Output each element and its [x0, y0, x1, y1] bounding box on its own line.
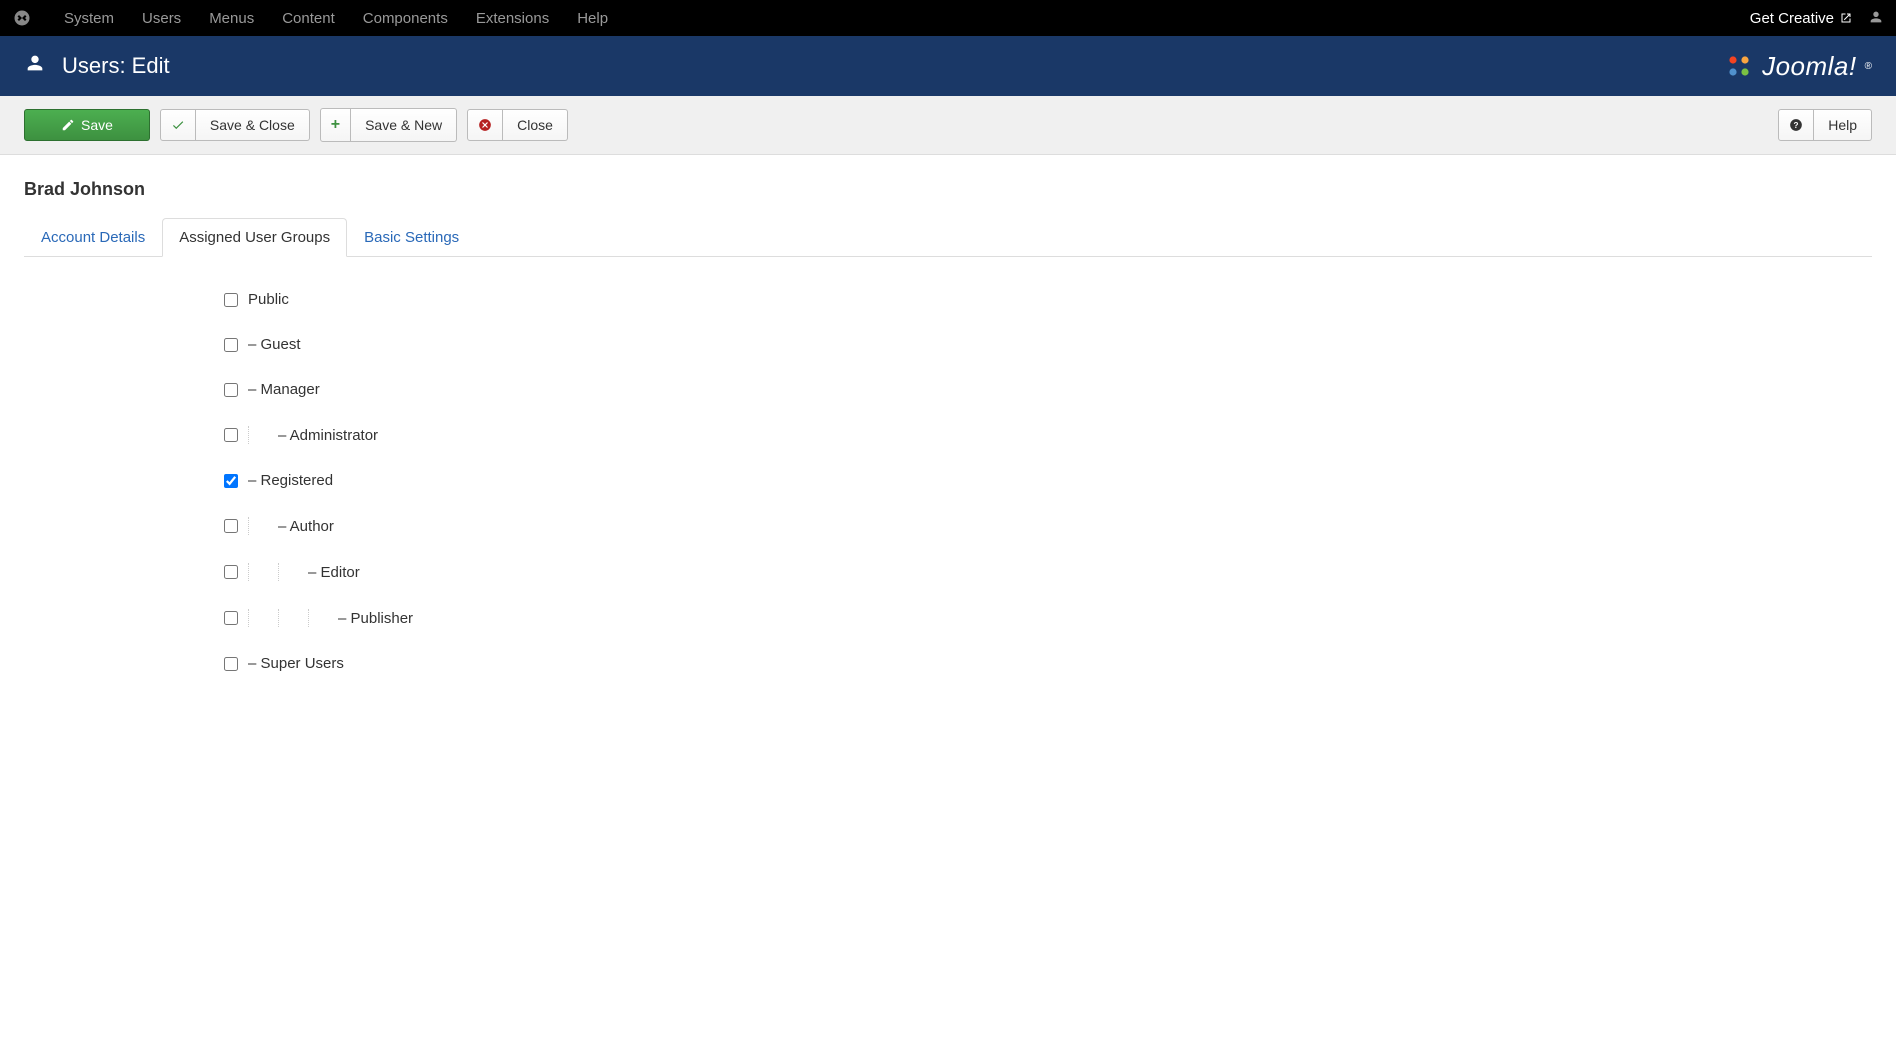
close-group: Close: [467, 109, 568, 141]
group-checkbox[interactable]: [224, 383, 238, 397]
menu-users[interactable]: Users: [128, 10, 195, 27]
save-button-label: Save: [81, 117, 113, 133]
external-link-icon: [1840, 12, 1852, 24]
top-menubar: System Users Menus Content Components Ex…: [0, 0, 1896, 36]
tree-indent-icon: [248, 563, 268, 581]
tab-account-details[interactable]: Account Details: [24, 218, 162, 257]
group-checkbox[interactable]: [224, 519, 238, 533]
save-new-icon-button[interactable]: +: [320, 108, 351, 142]
registered-mark: ®: [1865, 61, 1872, 72]
save-close-icon-button[interactable]: [160, 109, 196, 141]
group-checkbox[interactable]: [224, 474, 238, 488]
content-area: Brad Johnson Account DetailsAssigned Use…: [0, 155, 1896, 710]
plus-icon: +: [331, 116, 340, 134]
action-toolbar: Save Save & Close + Save & New Close ?: [0, 96, 1896, 155]
save-new-label: Save & New: [365, 117, 442, 133]
joomla-brand-text: Joomla!: [1762, 51, 1857, 82]
group-label[interactable]: – Administrator: [278, 427, 378, 444]
tree-indent-icon: [278, 609, 298, 627]
top-menubar-left: System Users Menus Content Components Ex…: [12, 8, 622, 28]
save-button[interactable]: Save: [24, 109, 150, 141]
site-name: Get Creative: [1750, 10, 1834, 27]
group-checkbox[interactable]: [224, 565, 238, 579]
group-row: – Manager: [224, 367, 1872, 412]
page-title: Users: Edit: [62, 53, 170, 79]
menu-extensions[interactable]: Extensions: [462, 10, 563, 27]
apply-icon: [61, 118, 75, 132]
user-icon: [24, 52, 46, 80]
tree-indent-icon: [308, 609, 328, 627]
group-row: – Author: [224, 503, 1872, 549]
group-checkbox[interactable]: [224, 611, 238, 625]
group-label[interactable]: – Editor: [308, 564, 360, 581]
tab-assigned-user-groups[interactable]: Assigned User Groups: [162, 218, 347, 257]
group-checkbox[interactable]: [224, 338, 238, 352]
group-row: – Super Users: [224, 641, 1872, 686]
menu-help[interactable]: Help: [563, 10, 622, 27]
group-checkbox[interactable]: [224, 293, 238, 307]
group-label[interactable]: – Guest: [248, 336, 301, 353]
save-close-button[interactable]: Save & Close: [196, 109, 310, 141]
help-group: ? Help: [1778, 109, 1872, 141]
page-header-right: Joomla! ®: [1724, 51, 1872, 82]
user-name-heading: Brad Johnson: [24, 179, 1872, 200]
save-new-group: + Save & New: [320, 108, 457, 142]
group-row: – Administrator: [224, 412, 1872, 458]
top-menubar-right: Get Creative: [1750, 9, 1884, 28]
save-new-button[interactable]: Save & New: [351, 108, 457, 142]
joomla-icon[interactable]: [12, 8, 32, 28]
close-icon-button[interactable]: [467, 109, 503, 141]
help-icon-button[interactable]: ?: [1778, 109, 1814, 141]
help-label: Help: [1828, 117, 1857, 133]
group-row: Public: [224, 277, 1872, 322]
group-row: – Guest: [224, 322, 1872, 367]
user-groups-list: Public – Guest – Manager – Administrator – R…: [24, 277, 1872, 686]
group-checkbox[interactable]: [224, 428, 238, 442]
page-header-left: Users: Edit: [24, 52, 170, 80]
menu-components[interactable]: Components: [349, 10, 462, 27]
help-button[interactable]: Help: [1814, 109, 1872, 141]
joomla-logo-icon: [1724, 51, 1754, 81]
tree-indent-icon: [248, 426, 268, 444]
user-menu-icon[interactable]: [1868, 9, 1884, 28]
cancel-icon: [478, 118, 492, 132]
group-label[interactable]: Public: [248, 291, 289, 308]
close-label: Close: [517, 117, 553, 133]
group-label[interactable]: – Publisher: [338, 610, 413, 627]
group-checkbox[interactable]: [224, 657, 238, 671]
tree-indent-icon: [278, 563, 298, 581]
save-close-label: Save & Close: [210, 117, 295, 133]
save-close-group: Save & Close: [160, 109, 310, 141]
joomla-brand[interactable]: Joomla! ®: [1724, 51, 1872, 82]
site-link[interactable]: Get Creative: [1750, 10, 1852, 27]
tab-bar: Account DetailsAssigned User GroupsBasic…: [24, 218, 1872, 257]
close-button[interactable]: Close: [503, 109, 568, 141]
toolbar-right: ? Help: [1778, 109, 1872, 141]
question-icon: ?: [1789, 118, 1803, 132]
group-label[interactable]: – Author: [278, 518, 334, 535]
tree-indent-icon: [248, 517, 268, 535]
tree-indent-icon: [248, 609, 268, 627]
menu-content[interactable]: Content: [268, 10, 349, 27]
page-header: Users: Edit Joomla! ®: [0, 36, 1896, 96]
svg-text:?: ?: [1794, 121, 1799, 130]
tab-basic-settings[interactable]: Basic Settings: [347, 218, 476, 257]
group-row: – Publisher: [224, 595, 1872, 641]
menu-menus[interactable]: Menus: [195, 10, 268, 27]
group-label[interactable]: – Registered: [248, 472, 333, 489]
menu-system[interactable]: System: [50, 10, 128, 27]
group-row: – Editor: [224, 549, 1872, 595]
group-label[interactable]: – Manager: [248, 381, 320, 398]
group-row: – Registered: [224, 458, 1872, 503]
check-icon: [171, 118, 185, 132]
group-label[interactable]: – Super Users: [248, 655, 344, 672]
